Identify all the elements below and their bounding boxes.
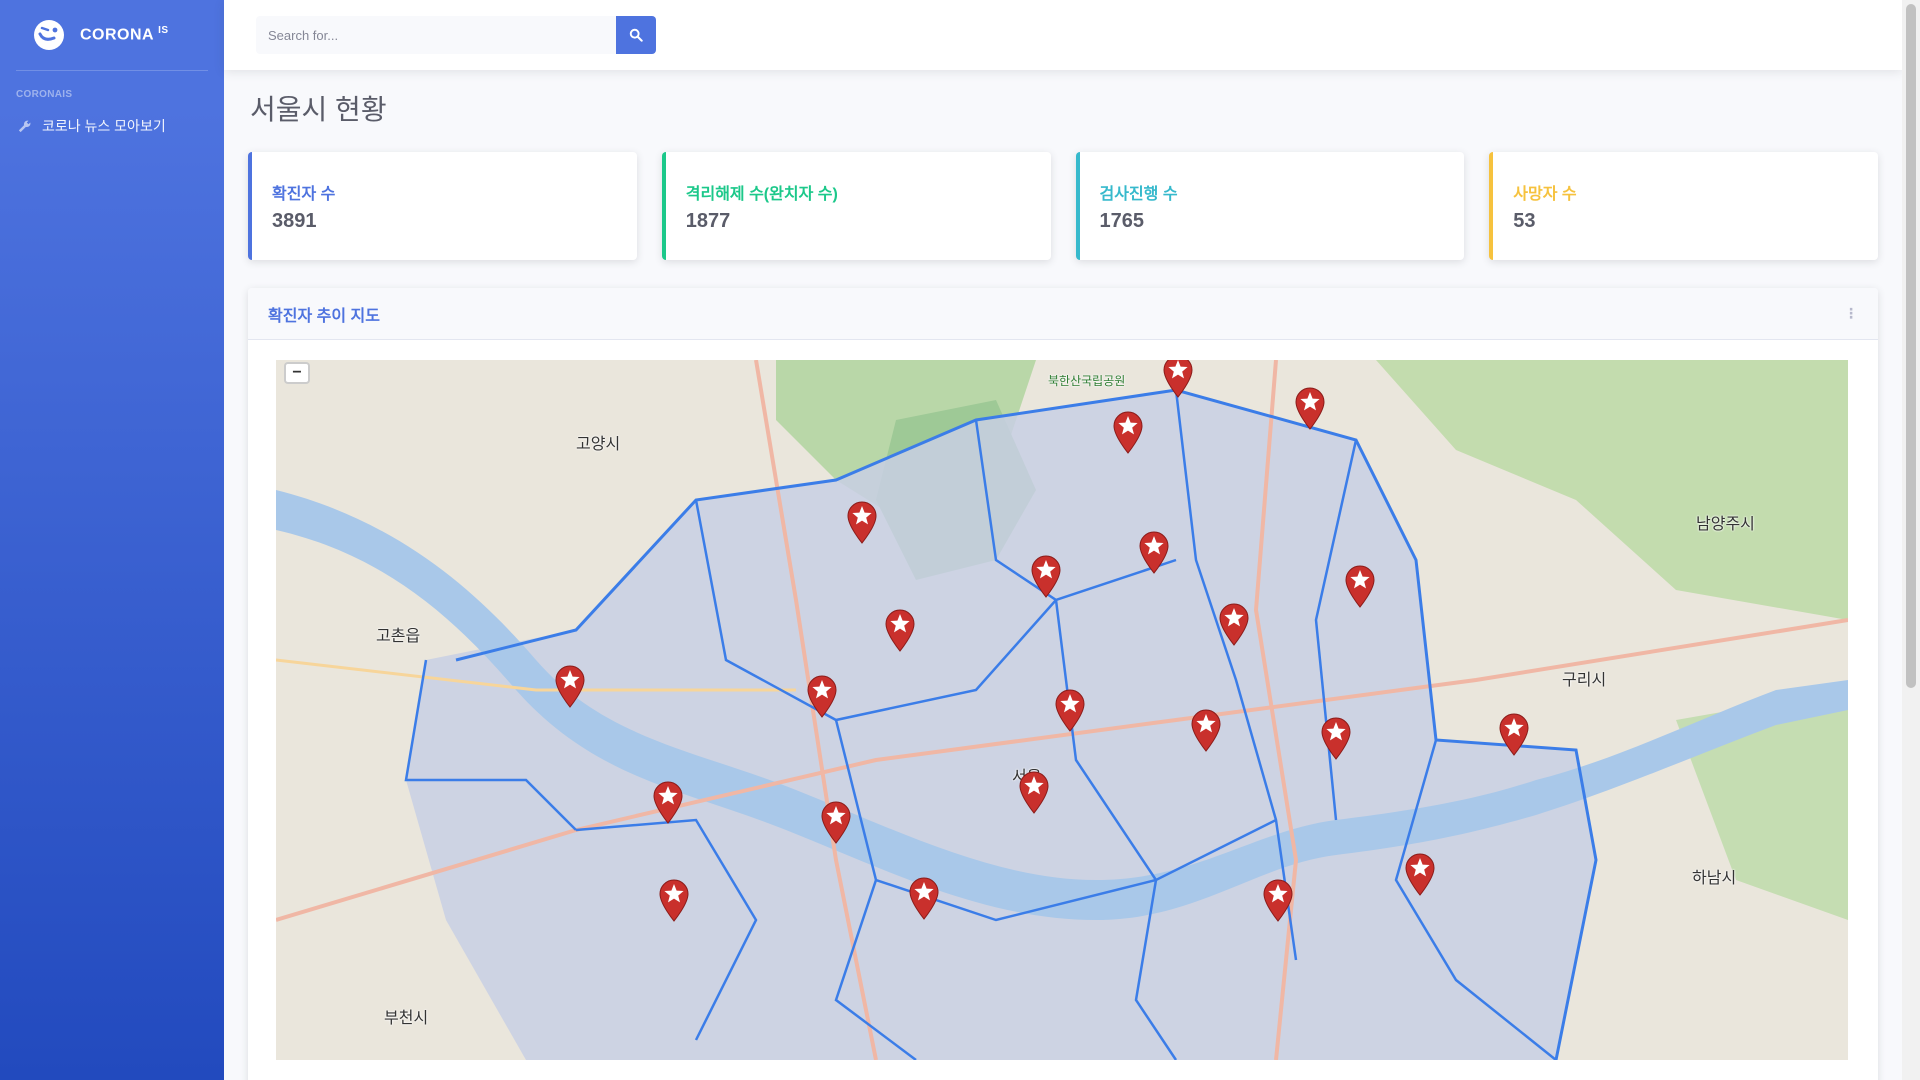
stat-label: 격리해제 수(완치자 수)	[685, 186, 838, 203]
map-marker-star-icon	[659, 879, 689, 922]
map-marker-star-icon	[1219, 603, 1249, 646]
map-marker[interactable]	[652, 780, 684, 824]
sidebar: CORONA IS CORONAIS 코로나 뉴스 모아보기	[0, 0, 224, 1080]
map-label-gochon: 고촌읍	[376, 628, 421, 645]
map-marker-star-icon	[1055, 689, 1085, 732]
brand-title: CORONA	[80, 26, 155, 44]
map-marker-star-icon	[1295, 387, 1325, 430]
map-label-guri: 구리시	[1562, 672, 1607, 689]
page-scrollbar[interactable]	[1902, 0, 1920, 1080]
stat-value: 3891	[272, 210, 317, 232]
brand[interactable]: CORONA IS	[0, 0, 224, 70]
map-marker-star-icon	[1321, 717, 1351, 760]
map-card: 확진자 추이 지도 ⋮ − 북한산국립공원 고양시 고촌읍 구리시 남양주시 하…	[248, 288, 1878, 1080]
map-label-bucheon: 부천시	[384, 1010, 429, 1027]
map-marker[interactable]	[1138, 530, 1170, 574]
map-marker-star-icon	[885, 609, 915, 652]
ellipsis-vertical-icon[interactable]: ⋮	[1844, 305, 1858, 322]
seoul-map[interactable]: − 북한산국립공원 고양시 고촌읍 서울 구리시 남양주시 하남시 부천시	[276, 360, 1848, 1060]
laugh-wink-icon	[34, 20, 64, 50]
brand-name: CORONA IS	[80, 25, 169, 44]
stat-label: 사망자 수	[1513, 186, 1577, 203]
stat-label: 확진자 수	[272, 186, 336, 203]
map-marker[interactable]	[1344, 564, 1376, 608]
map-marker-star-icon	[1031, 555, 1061, 598]
map-marker[interactable]	[1320, 716, 1352, 760]
map-marker[interactable]	[846, 500, 878, 544]
map-marker-star-icon	[909, 877, 939, 920]
map-marker-star-icon	[1113, 411, 1143, 454]
map-marker[interactable]	[1404, 852, 1436, 896]
map-marker[interactable]	[820, 800, 852, 844]
map-marker-star-icon	[1139, 531, 1169, 574]
map-card-header: 확진자 추이 지도 ⋮	[248, 288, 1878, 340]
stat-value: 53	[1513, 210, 1536, 232]
map-marker[interactable]	[806, 674, 838, 718]
map-label-goyang: 고양시	[576, 436, 621, 453]
topbar	[224, 0, 1902, 70]
sidebar-item-label: 코로나 뉴스 모아보기	[42, 118, 166, 134]
map-title: 확진자 추이 지도	[268, 307, 380, 325]
map-marker[interactable]	[884, 608, 916, 652]
map-marker-star-icon	[1019, 771, 1049, 814]
stats-cards: 확진자 수 3891 격리해제 수(완치자 수) 1877 검사진행 수 176…	[248, 152, 1878, 260]
map-marker[interactable]	[1054, 688, 1086, 732]
map-marker-star-icon	[1191, 709, 1221, 752]
map-marker-star-icon	[807, 675, 837, 718]
stat-value: 1765	[1099, 210, 1145, 232]
map-marker[interactable]	[908, 876, 940, 920]
map-label-park: 북한산국립공원	[1048, 374, 1126, 388]
map-label-hanam: 하남시	[1692, 870, 1737, 887]
sidebar-item-news[interactable]: 코로나 뉴스 모아보기	[0, 108, 224, 146]
map-marker-star-icon	[1405, 853, 1435, 896]
map-marker-star-icon	[1263, 879, 1293, 922]
search-form	[256, 16, 656, 54]
map-marker-star-icon	[555, 665, 585, 708]
map-marker[interactable]	[554, 664, 586, 708]
map-marker-star-icon	[821, 801, 851, 844]
stat-card-testing: 검사진행 수 1765	[1075, 152, 1465, 260]
map-marker[interactable]	[1162, 360, 1194, 398]
map-marker[interactable]	[1498, 712, 1530, 756]
map-marker-star-icon	[1345, 565, 1375, 608]
wrench-icon	[18, 120, 31, 133]
sidebar-heading: CORONAIS	[16, 89, 73, 100]
map-marker-star-icon	[1163, 360, 1193, 398]
search-icon	[629, 28, 643, 42]
map-marker[interactable]	[1218, 602, 1250, 646]
map-marker-star-icon	[847, 501, 877, 544]
map-marker[interactable]	[1190, 708, 1222, 752]
zoom-out-button[interactable]: −	[284, 362, 310, 384]
brand-superscript: IS	[158, 25, 169, 37]
search-button[interactable]	[616, 16, 656, 54]
search-input[interactable]	[256, 16, 616, 54]
stat-value: 1877	[685, 210, 731, 232]
map-marker[interactable]	[1112, 410, 1144, 454]
map-marker-star-icon	[653, 781, 683, 824]
stat-card-confirmed: 확진자 수 3891	[248, 152, 637, 260]
map-marker[interactable]	[1030, 554, 1062, 598]
map-marker-star-icon	[1499, 713, 1529, 756]
map-marker[interactable]	[1018, 770, 1050, 814]
map-marker[interactable]	[1294, 386, 1326, 430]
map-label-namyangju: 남양주시	[1696, 516, 1755, 533]
stat-label: 검사진행 수	[1099, 186, 1178, 203]
page-title: 서울시 현황	[250, 94, 387, 125]
stat-card-released: 격리해제 수(완치자 수) 1877	[661, 152, 1051, 260]
scrollbar-thumb[interactable]	[1906, 4, 1916, 688]
stat-card-deaths: 사망자 수 53	[1489, 152, 1878, 260]
map-marker[interactable]	[658, 878, 690, 922]
map-marker[interactable]	[1262, 878, 1294, 922]
